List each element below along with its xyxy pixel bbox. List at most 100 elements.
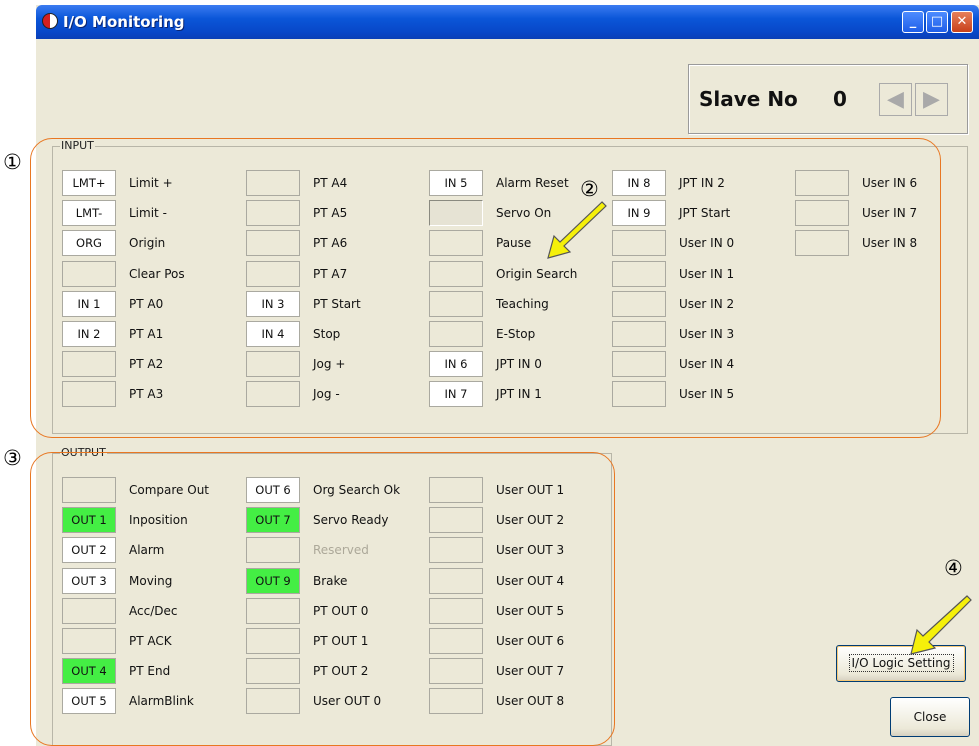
output-signal-label: User OUT 3 — [496, 543, 565, 558]
output-signal-label: Servo Ready — [313, 513, 389, 528]
output-signal-label: User OUT 0 — [313, 694, 382, 709]
output-indicator[interactable] — [429, 477, 483, 503]
output-indicator[interactable] — [429, 597, 483, 624]
output-signal-label: User OUT 2 — [496, 513, 565, 528]
minimize-button[interactable]: _ — [902, 11, 924, 33]
input-signal-label: User IN 6 — [862, 176, 918, 190]
input-signal-label: JPT Start — [679, 206, 731, 221]
output-signal-label: Alarm — [129, 543, 165, 558]
output-signal-label: Inposition — [129, 513, 188, 528]
input-indicator[interactable] — [612, 381, 666, 408]
close-button[interactable]: Close — [890, 697, 970, 737]
input-indicator[interactable] — [795, 230, 849, 257]
callout-marker-3: ③ — [3, 446, 22, 470]
input-signal-label: Jog + — [313, 357, 346, 372]
input-indicator[interactable]: IN 3 — [246, 290, 300, 317]
next-slave-button[interactable]: ▶ — [915, 83, 948, 116]
output-indicator[interactable] — [246, 597, 300, 624]
output-signal-label: User OUT 8 — [496, 694, 565, 709]
input-indicator[interactable]: IN 7 — [429, 381, 483, 408]
output-signal-label: Reserved — [313, 543, 369, 558]
input-indicator[interactable] — [429, 321, 483, 347]
maximize-button[interactable]: □ — [926, 11, 948, 33]
output-indicator[interactable]: OUT 9 — [246, 567, 300, 594]
input-indicator[interactable] — [612, 290, 666, 317]
output-indicator[interactable]: OUT 6 — [246, 477, 300, 503]
input-indicator[interactable] — [246, 351, 300, 378]
input-indicator[interactable] — [612, 260, 666, 287]
input-indicator[interactable] — [612, 230, 666, 257]
output-signal-label: PT OUT 1 — [313, 634, 369, 648]
output-signal-label: AlarmBlink — [129, 694, 194, 709]
input-indicator[interactable] — [246, 381, 300, 408]
input-indicator[interactable]: IN 6 — [429, 351, 483, 378]
output-signal-label: Moving — [129, 573, 173, 588]
output-indicator[interactable] — [246, 658, 300, 685]
input-signal-label: User IN 3 — [679, 327, 735, 341]
input-signal-label: Clear Pos — [129, 266, 185, 281]
input-signal-label: User IN 2 — [679, 296, 735, 311]
input-indicator[interactable]: IN 9 — [612, 200, 666, 227]
input-indicator[interactable]: LMT- — [62, 200, 116, 227]
input-indicator[interactable] — [246, 170, 300, 196]
input-signal-label: PT Start — [313, 296, 361, 311]
output-indicator[interactable]: OUT 4 — [62, 658, 116, 685]
input-signal-label: User IN 7 — [862, 206, 918, 221]
input-indicator[interactable] — [62, 351, 116, 378]
input-signal-label: PT A1 — [129, 327, 164, 341]
input-indicator[interactable] — [246, 200, 300, 227]
input-indicator[interactable]: LMT+ — [62, 170, 116, 196]
output-indicator[interactable] — [62, 628, 116, 654]
output-indicator[interactable] — [429, 658, 483, 685]
output-indicator[interactable] — [429, 537, 483, 564]
input-indicator[interactable] — [429, 290, 483, 317]
output-indicator[interactable]: OUT 1 — [62, 507, 116, 534]
output-indicator[interactable] — [429, 567, 483, 594]
input-signal-label: User IN 1 — [679, 266, 735, 281]
input-indicator[interactable] — [795, 200, 849, 227]
output-signal-label: User OUT 6 — [496, 634, 565, 648]
input-indicator[interactable] — [62, 260, 116, 287]
output-signal-label: User OUT 5 — [496, 603, 565, 618]
input-signal-label: Teaching — [496, 296, 549, 311]
input-signal-label: JPT IN 0 — [496, 357, 542, 372]
input-indicator[interactable]: IN 8 — [612, 170, 666, 196]
output-indicator[interactable] — [429, 628, 483, 654]
output-indicator[interactable] — [62, 597, 116, 624]
input-indicator[interactable] — [429, 200, 483, 227]
input-indicator[interactable]: IN 5 — [429, 170, 483, 196]
output-indicator[interactable]: OUT 7 — [246, 507, 300, 534]
output-indicator[interactable] — [429, 507, 483, 534]
input-indicator[interactable]: IN 1 — [62, 290, 116, 317]
window-client-area: Slave No 0 ◀ ▶ INPUT LMT+ Limit + LMT- Limi… — [36, 39, 979, 746]
prev-slave-button[interactable]: ◀ — [879, 83, 912, 116]
output-indicator[interactable]: OUT 3 — [62, 567, 116, 594]
output-indicator[interactable] — [429, 688, 483, 715]
input-indicator[interactable]: IN 4 — [246, 321, 300, 347]
title-bar[interactable]: I/O Monitoring _ □ ✕ — [36, 5, 979, 39]
input-indicator[interactable] — [612, 351, 666, 378]
output-indicator[interactable] — [246, 537, 300, 564]
input-indicator[interactable] — [62, 381, 116, 408]
input-signal-label: Jog - — [313, 387, 340, 402]
input-indicator[interactable] — [612, 321, 666, 347]
output-indicator[interactable] — [62, 477, 116, 503]
input-indicator[interactable] — [246, 230, 300, 257]
input-indicator[interactable] — [429, 260, 483, 287]
output-signal-label: User OUT 4 — [496, 573, 565, 588]
input-indicator[interactable]: IN 2 — [62, 321, 116, 347]
input-indicator[interactable] — [246, 260, 300, 287]
input-indicator[interactable] — [429, 230, 483, 257]
output-group: OUTPUT Compare Out OUT 1 Inposition OUT 2 Al… — [52, 446, 612, 746]
output-indicator[interactable]: OUT 2 — [62, 537, 116, 564]
output-signal-label: PT OUT 0 — [313, 603, 369, 618]
slave-label: Slave No — [699, 87, 798, 111]
output-indicator[interactable] — [246, 688, 300, 715]
window-close-button[interactable]: ✕ — [951, 11, 973, 33]
input-indicator[interactable]: ORG — [62, 230, 116, 257]
output-signal-label: Acc/Dec — [129, 603, 178, 618]
input-indicator[interactable] — [795, 170, 849, 196]
output-indicator[interactable]: OUT 5 — [62, 688, 116, 715]
output-indicator[interactable] — [246, 628, 300, 654]
output-signal-label: PT ACK — [129, 634, 172, 648]
